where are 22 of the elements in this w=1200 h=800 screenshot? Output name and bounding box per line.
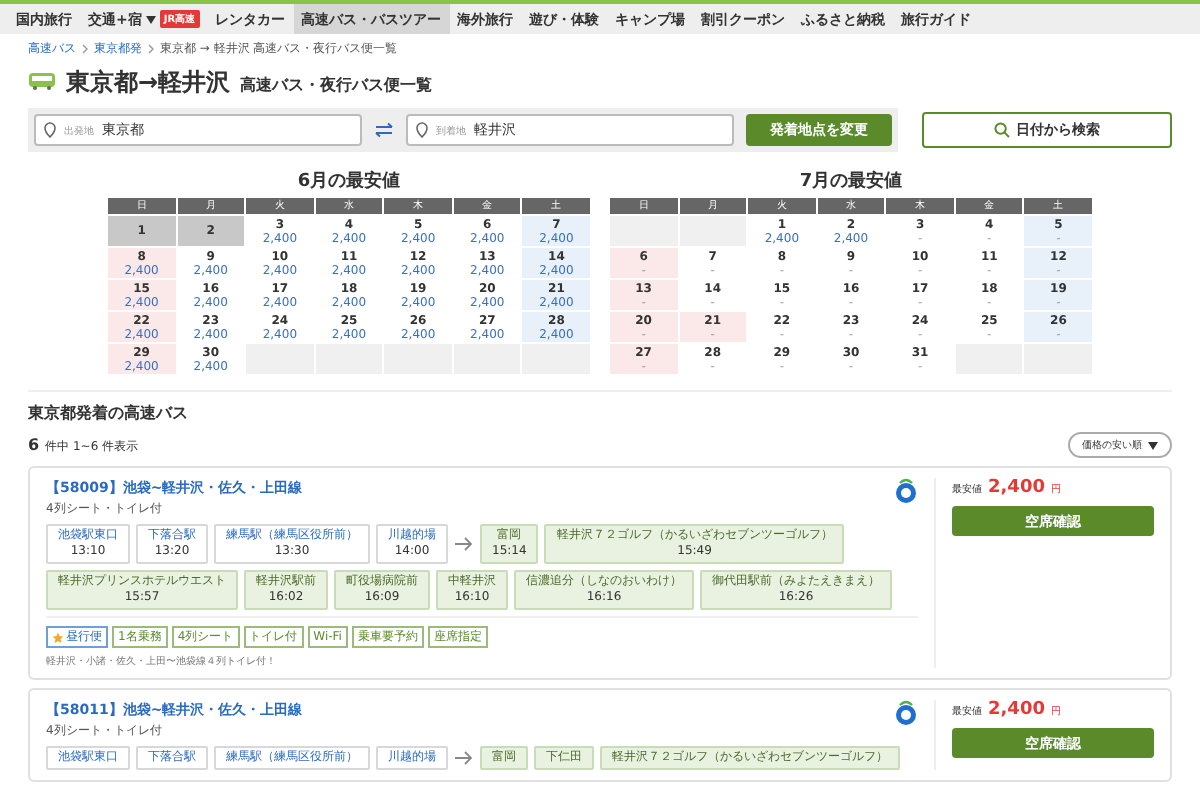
page-title: 東京都→軽井沢 xyxy=(66,66,231,100)
star-icon xyxy=(52,631,64,643)
location-pin-icon xyxy=(416,122,428,138)
caret-icon xyxy=(1148,441,1158,449)
caret-icon xyxy=(145,15,156,23)
location-pin-icon xyxy=(44,122,56,138)
arrow-right-icon xyxy=(454,536,474,552)
chevron-right-icon xyxy=(148,44,154,54)
section-heading: 東京都発着の高速バス xyxy=(28,390,1172,424)
calendar-title: 6月の最安値 xyxy=(297,168,401,194)
price-value: 2,400 xyxy=(988,700,1045,720)
operator-logo-icon xyxy=(894,478,918,504)
page-subtitle: 高速バス・夜行バス便一覧 xyxy=(240,74,433,96)
arrow-right-icon xyxy=(454,750,474,766)
calendar-title: 7月の最安値 xyxy=(799,168,903,194)
operator-logo-icon xyxy=(894,700,918,726)
result-total: 6 xyxy=(28,435,40,453)
bus-icon xyxy=(28,72,56,90)
chevron-right-icon xyxy=(82,44,88,54)
swap-icon[interactable] xyxy=(374,122,394,138)
price-value: 2,400 xyxy=(988,478,1045,498)
search-icon xyxy=(994,122,1010,138)
